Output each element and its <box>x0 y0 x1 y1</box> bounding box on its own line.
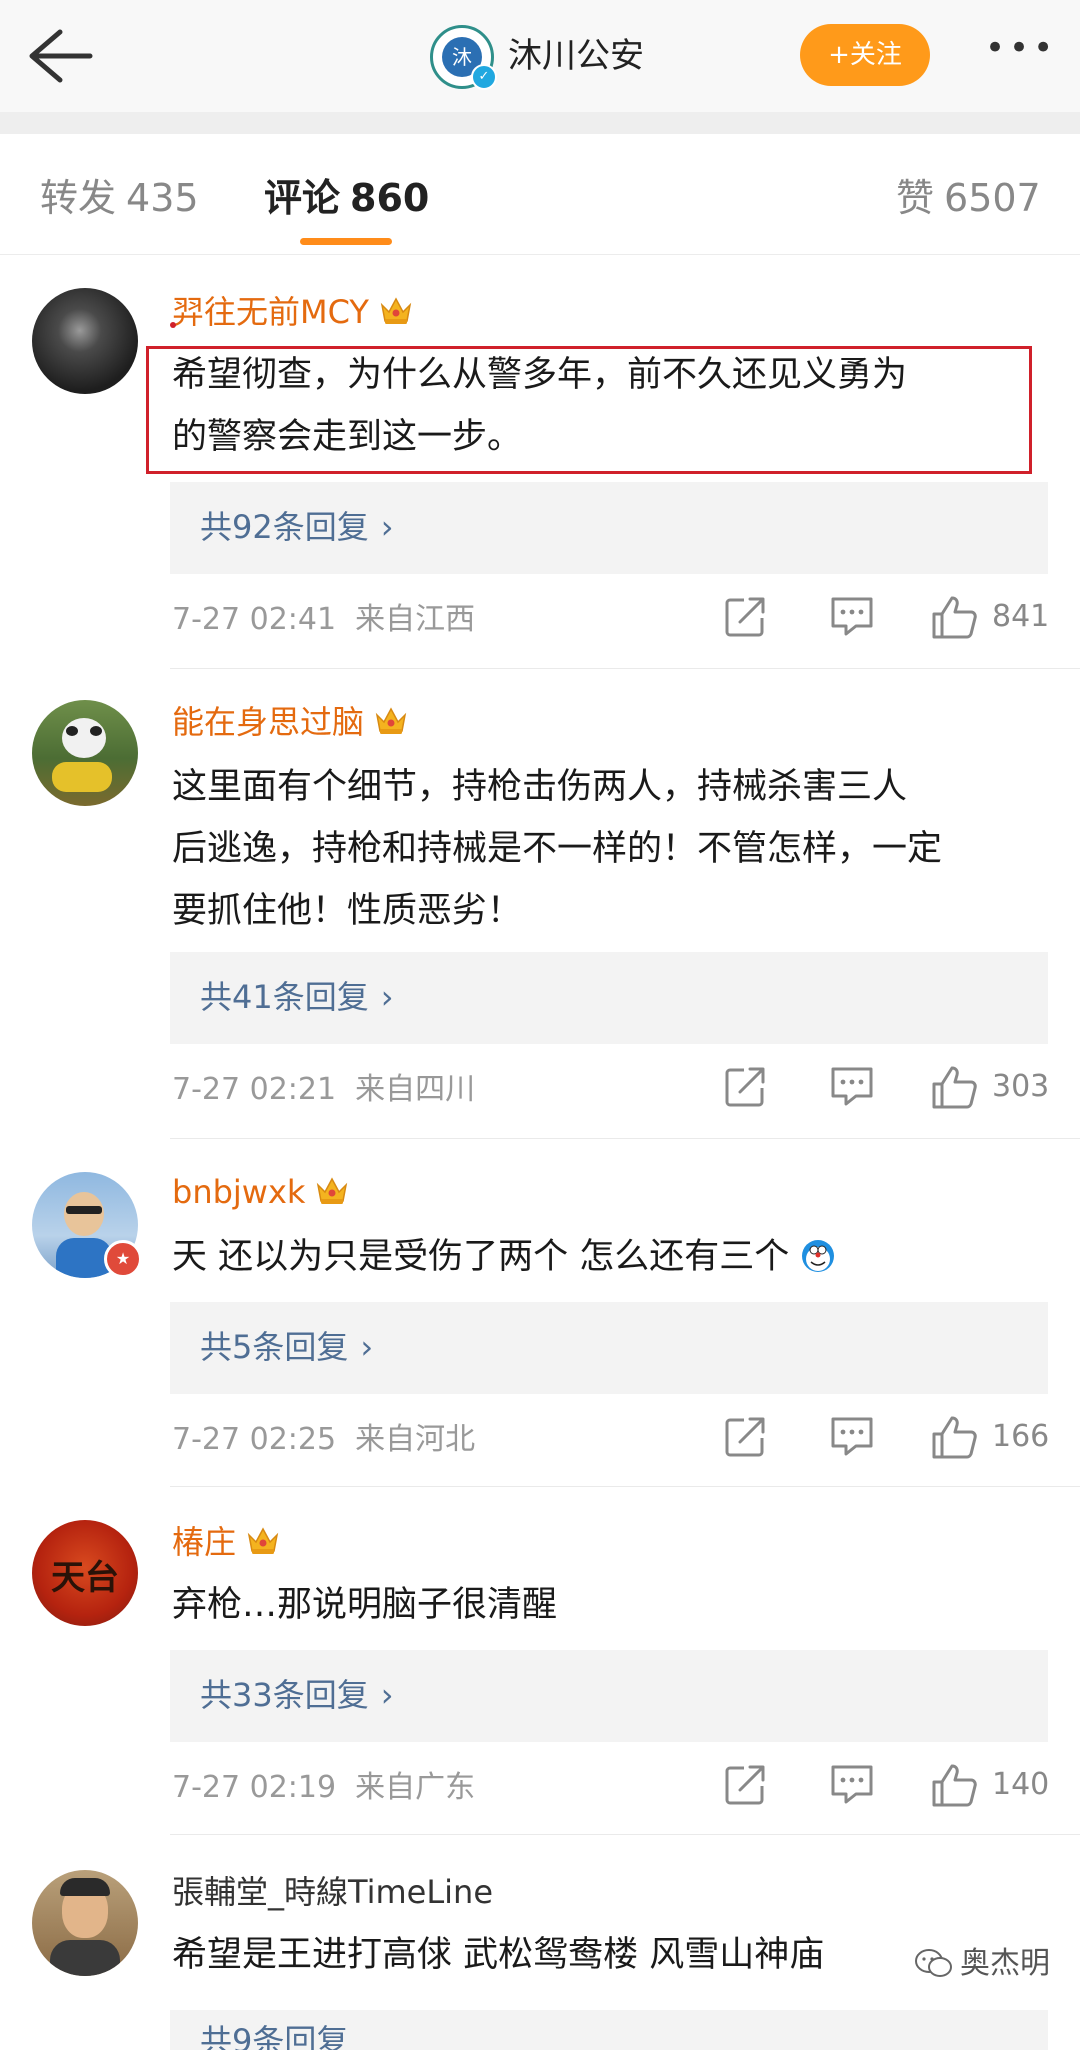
replies-label: 共41条回复 <box>200 978 369 1016</box>
tab-comments-count: 860 <box>350 176 430 220</box>
replies-label: 共9条回复 <box>200 2022 349 2050</box>
view-replies-button[interactable]: 共33条回复 › <box>170 1650 1048 1742</box>
comment-text-line: 这里面有个细节，持枪击伤两人，持械杀害三人 <box>172 767 908 807</box>
chevron-right-icon: › <box>360 1328 374 1366</box>
doraemon-emoji-icon <box>802 1240 835 1272</box>
comment-text-line: 要抓住他！性质恶劣！ <box>172 891 523 931</box>
account-logo[interactable]: 沐 ✓ <box>430 25 497 90</box>
view-replies-button[interactable]: 共9条回复 <box>170 2010 1048 2050</box>
comment-actions: 166 <box>0 1414 1080 1464</box>
avatar-hair <box>60 1878 110 1896</box>
follow-button[interactable]: +关注 <box>800 24 930 86</box>
like-count: 303 <box>992 1069 1050 1104</box>
avatar-toy <box>52 762 112 792</box>
avatar[interactable]: 天台 <box>32 1520 138 1626</box>
comment-username[interactable]: 羿往无前MCY <box>172 290 413 334</box>
avatar-text: 天台 <box>51 1558 119 1598</box>
crown-badge-icon <box>374 705 408 737</box>
tab-reposts-count: 435 <box>126 176 199 220</box>
share-icon[interactable] <box>722 1414 768 1460</box>
avatar-body <box>50 1940 120 1976</box>
chevron-right-icon: › <box>380 978 394 1016</box>
share-icon[interactable] <box>722 594 768 640</box>
more-options-icon[interactable]: ••• <box>985 28 1057 68</box>
crown-badge-icon <box>315 1175 349 1207</box>
view-replies-button[interactable]: 共92条回复 › <box>170 482 1048 574</box>
highlight-box <box>146 346 1032 474</box>
avatar[interactable] <box>32 700 138 806</box>
comment-text: 天 还以为只是受伤了两个 怎么还有三个 <box>172 1226 1052 1288</box>
chevron-right-icon: › <box>380 508 394 546</box>
reply-icon[interactable] <box>828 1064 876 1108</box>
comment-divider <box>170 1138 1080 1139</box>
replies-label: 共33条回复 <box>200 1676 369 1714</box>
tab-likes[interactable]: 赞 6507 <box>896 172 1041 224</box>
username-text: 羿往无前MCY <box>172 293 369 331</box>
tab-comments[interactable]: 评论 860 <box>264 172 429 224</box>
like-count: 841 <box>992 599 1050 634</box>
comment-username[interactable]: 張輔堂_時線TimeLine <box>172 1870 493 1914</box>
reply-icon[interactable] <box>828 1762 876 1806</box>
comment-actions: 841 <box>0 594 1080 644</box>
avatar[interactable] <box>32 288 138 394</box>
tab-likes-label: 赞 <box>896 176 935 220</box>
watermark-text: 奥杰明 <box>960 1946 1050 1981</box>
comment-actions: 303 <box>0 1064 1080 1114</box>
annotation-dot <box>170 322 176 328</box>
page-title: 沐川公安 <box>508 36 644 76</box>
username-text: 能在身思过脑 <box>172 703 365 741</box>
comment-divider <box>170 1834 1080 1835</box>
avatar-face <box>64 1192 104 1236</box>
username-text: bnbjwxk <box>172 1173 306 1211</box>
comment-actions: 140 <box>0 1762 1080 1812</box>
like-icon[interactable] <box>930 1414 978 1460</box>
comment-text: 这里面有个细节，持枪击伤两人，持械杀害三人 后逃逸，持枪和持械是不一样的！不管怎… <box>172 756 1052 942</box>
tab-bar: 转发 435 评论 860 赞 6507 <box>0 134 1080 255</box>
chevron-right-icon: › <box>380 1676 394 1714</box>
replies-label: 共92条回复 <box>200 508 369 546</box>
replies-label: 共5条回复 <box>200 1328 349 1366</box>
back-arrow-icon[interactable] <box>24 26 94 86</box>
like-icon[interactable] <box>930 594 978 640</box>
comment-divider <box>170 668 1080 669</box>
comment-username[interactable]: bnbjwxk <box>172 1170 349 1214</box>
avatar-panda-head <box>62 718 106 758</box>
share-icon[interactable] <box>722 1064 768 1110</box>
header-divider <box>0 112 1080 134</box>
comment-divider <box>170 1486 1080 1487</box>
view-replies-button[interactable]: 共41条回复 › <box>170 952 1048 1044</box>
star-badge-icon: ★ <box>104 1240 142 1278</box>
like-count: 140 <box>992 1767 1050 1802</box>
tab-reposts[interactable]: 转发 435 <box>40 172 199 224</box>
share-icon[interactable] <box>722 1762 768 1808</box>
comment-text-line: 弃枪…那说明脑子很清醒 <box>172 1585 558 1625</box>
avatar[interactable] <box>32 1870 138 1976</box>
like-icon[interactable] <box>930 1064 978 1110</box>
like-icon[interactable] <box>930 1762 978 1808</box>
comment-username[interactable]: 能在身思过脑 <box>172 700 408 744</box>
tab-reposts-label: 转发 <box>40 176 117 220</box>
top-bar: 沐 ✓ 沐川公安 +关注 ••• <box>0 0 1080 112</box>
view-replies-button[interactable]: 共5条回复 › <box>170 1302 1048 1394</box>
comment-text: 弃枪…那说明脑子很清醒 <box>172 1574 1052 1636</box>
verified-badge-icon: ✓ <box>471 64 497 90</box>
comment-username[interactable]: 椿庄 <box>172 1520 280 1564</box>
avatar-glasses <box>66 1206 102 1214</box>
wechat-icon <box>915 1949 952 1977</box>
reply-icon[interactable] <box>828 594 876 638</box>
watermark: 奥杰明 <box>914 1942 1050 1986</box>
reply-icon[interactable] <box>828 1414 876 1458</box>
avatar-panda-eye <box>66 726 78 736</box>
crown-badge-icon <box>379 295 413 327</box>
crown-badge-icon <box>246 1525 280 1557</box>
tab-comments-label: 评论 <box>264 176 341 220</box>
username-text: 椿庄 <box>172 1523 237 1561</box>
like-count: 166 <box>992 1419 1050 1454</box>
comment-text-line: 后逃逸，持枪和持械是不一样的！不管怎样，一定 <box>172 829 943 869</box>
active-tab-indicator <box>300 238 392 245</box>
comment-text-line: 天 还以为只是受伤了两个 怎么还有三个 <box>172 1237 790 1277</box>
avatar-panda-eye <box>90 726 102 736</box>
tab-likes-count: 6507 <box>944 176 1041 220</box>
